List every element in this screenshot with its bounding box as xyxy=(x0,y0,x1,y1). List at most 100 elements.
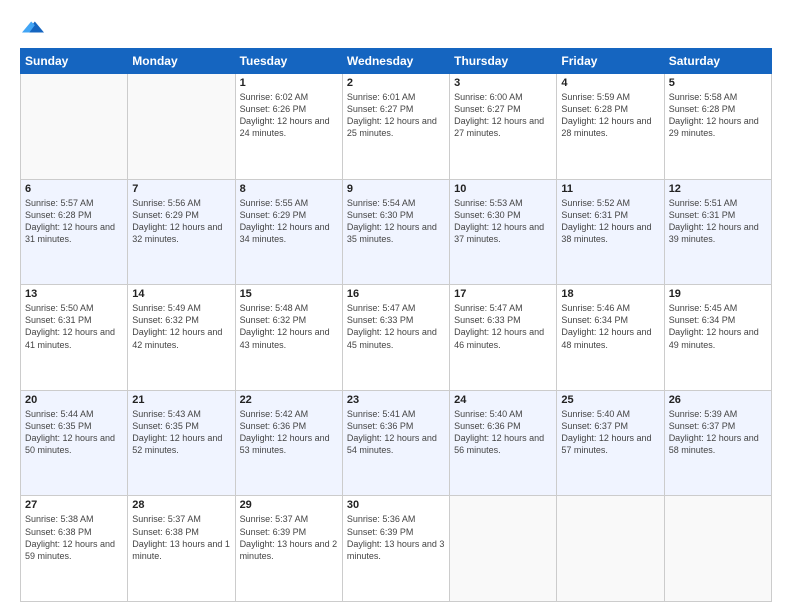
day-info: Sunrise: 5:48 AM Sunset: 6:32 PM Dayligh… xyxy=(240,302,338,351)
day-number: 11 xyxy=(561,183,659,195)
calendar-day-cell: 16 Sunrise: 5:47 AM Sunset: 6:33 PM Dayli… xyxy=(342,285,449,391)
calendar-week-row: 20Sunrise: 5:44 AM Sunset: 6:35 PM Dayli… xyxy=(21,390,772,496)
day-info: Sunrise: 5:42 AM Sunset: 6:36 PM Dayligh… xyxy=(240,408,338,457)
calendar-table: SundayMondayTuesdayWednesdayThursdayFrid… xyxy=(20,48,772,602)
logo xyxy=(20,16,44,38)
day-info: Sunrise: 5:37 AM Sunset: 6:38 PM Dayligh… xyxy=(132,513,230,562)
calendar-day-cell: 18 Sunrise: 5:46 AM Sunset: 6:34 PM Dayli… xyxy=(557,285,664,391)
calendar-day-cell xyxy=(21,74,128,180)
day-info: Sunrise: 5:47 AM Sunset: 6:33 PM Dayligh… xyxy=(347,302,445,351)
header xyxy=(20,16,772,38)
day-number: 23 xyxy=(347,394,445,406)
page: SundayMondayTuesdayWednesdayThursdayFrid… xyxy=(0,0,792,612)
day-number: 30 xyxy=(347,499,445,511)
day-info: Sunrise: 5:59 AM Sunset: 6:28 PM Dayligh… xyxy=(561,91,659,140)
calendar-day-cell: 17 Sunrise: 5:47 AM Sunset: 6:33 PM Dayli… xyxy=(450,285,557,391)
calendar-day-cell: 5 Sunrise: 5:58 AM Sunset: 6:28 PM Daylig… xyxy=(664,74,771,180)
calendar-day-cell: 28 Sunrise: 5:37 AM Sunset: 6:38 PM Dayli… xyxy=(128,496,235,602)
day-number: 26 xyxy=(669,394,767,406)
day-number: 8 xyxy=(240,183,338,195)
day-info: Sunrise: 5:37 AM Sunset: 6:39 PM Dayligh… xyxy=(240,513,338,562)
day-info: Sunrise: 5:38 AM Sunset: 6:38 PM Dayligh… xyxy=(25,513,123,562)
day-number: 25 xyxy=(561,394,659,406)
calendar-header-cell: Friday xyxy=(557,49,664,74)
calendar-day-cell: 24Sunrise: 5:40 AM Sunset: 6:36 PM Dayli… xyxy=(450,390,557,496)
day-info: Sunrise: 5:54 AM Sunset: 6:30 PM Dayligh… xyxy=(347,197,445,246)
day-number: 22 xyxy=(240,394,338,406)
day-number: 12 xyxy=(669,183,767,195)
day-info: Sunrise: 6:00 AM Sunset: 6:27 PM Dayligh… xyxy=(454,91,552,140)
day-number: 14 xyxy=(132,288,230,300)
day-info: Sunrise: 5:40 AM Sunset: 6:37 PM Dayligh… xyxy=(561,408,659,457)
day-info: Sunrise: 5:50 AM Sunset: 6:31 PM Dayligh… xyxy=(25,302,123,351)
calendar-week-row: 13Sunrise: 5:50 AM Sunset: 6:31 PM Dayli… xyxy=(21,285,772,391)
day-info: Sunrise: 5:58 AM Sunset: 6:28 PM Dayligh… xyxy=(669,91,767,140)
day-number: 16 xyxy=(347,288,445,300)
calendar-day-cell: 2Sunrise: 6:01 AM Sunset: 6:27 PM Daylig… xyxy=(342,74,449,180)
calendar-header-cell: Wednesday xyxy=(342,49,449,74)
calendar-day-cell: 13Sunrise: 5:50 AM Sunset: 6:31 PM Dayli… xyxy=(21,285,128,391)
calendar-day-cell: 4 Sunrise: 5:59 AM Sunset: 6:28 PM Daylig… xyxy=(557,74,664,180)
day-number: 9 xyxy=(347,183,445,195)
day-number: 7 xyxy=(132,183,230,195)
calendar-day-cell: 8Sunrise: 5:55 AM Sunset: 6:29 PM Daylig… xyxy=(235,179,342,285)
day-info: Sunrise: 6:01 AM Sunset: 6:27 PM Dayligh… xyxy=(347,91,445,140)
calendar-day-cell xyxy=(128,74,235,180)
day-number: 1 xyxy=(240,77,338,89)
calendar-day-cell: 26 Sunrise: 5:39 AM Sunset: 6:37 PM Dayli… xyxy=(664,390,771,496)
calendar-day-cell: 23 Sunrise: 5:41 AM Sunset: 6:36 PM Dayli… xyxy=(342,390,449,496)
day-info: Sunrise: 5:49 AM Sunset: 6:32 PM Dayligh… xyxy=(132,302,230,351)
day-info: Sunrise: 5:56 AM Sunset: 6:29 PM Dayligh… xyxy=(132,197,230,246)
calendar-day-cell: 25 Sunrise: 5:40 AM Sunset: 6:37 PM Dayli… xyxy=(557,390,664,496)
day-info: Sunrise: 5:43 AM Sunset: 6:35 PM Dayligh… xyxy=(132,408,230,457)
day-number: 4 xyxy=(561,77,659,89)
calendar-day-cell: 30 Sunrise: 5:36 AM Sunset: 6:39 PM Dayli… xyxy=(342,496,449,602)
logo-icon xyxy=(22,16,44,38)
day-info: Sunrise: 5:45 AM Sunset: 6:34 PM Dayligh… xyxy=(669,302,767,351)
day-number: 17 xyxy=(454,288,552,300)
calendar-day-cell xyxy=(664,496,771,602)
calendar-day-cell: 7 Sunrise: 5:56 AM Sunset: 6:29 PM Daylig… xyxy=(128,179,235,285)
day-number: 10 xyxy=(454,183,552,195)
calendar-day-cell: 19Sunrise: 5:45 AM Sunset: 6:34 PM Dayli… xyxy=(664,285,771,391)
calendar-header-cell: Tuesday xyxy=(235,49,342,74)
calendar-day-cell xyxy=(557,496,664,602)
calendar-header-row: SundayMondayTuesdayWednesdayThursdayFrid… xyxy=(21,49,772,74)
calendar-header-cell: Monday xyxy=(128,49,235,74)
day-info: Sunrise: 5:57 AM Sunset: 6:28 PM Dayligh… xyxy=(25,197,123,246)
day-number: 20 xyxy=(25,394,123,406)
day-info: Sunrise: 5:52 AM Sunset: 6:31 PM Dayligh… xyxy=(561,197,659,246)
calendar-week-row: 1 Sunrise: 6:02 AM Sunset: 6:26 PM Daylig… xyxy=(21,74,772,180)
day-number: 15 xyxy=(240,288,338,300)
day-number: 6 xyxy=(25,183,123,195)
calendar-day-cell: 22 Sunrise: 5:42 AM Sunset: 6:36 PM Dayli… xyxy=(235,390,342,496)
calendar-header-cell: Sunday xyxy=(21,49,128,74)
day-info: Sunrise: 6:02 AM Sunset: 6:26 PM Dayligh… xyxy=(240,91,338,140)
day-info: Sunrise: 5:51 AM Sunset: 6:31 PM Dayligh… xyxy=(669,197,767,246)
day-info: Sunrise: 5:46 AM Sunset: 6:34 PM Dayligh… xyxy=(561,302,659,351)
day-number: 28 xyxy=(132,499,230,511)
day-info: Sunrise: 5:47 AM Sunset: 6:33 PM Dayligh… xyxy=(454,302,552,351)
day-number: 21 xyxy=(132,394,230,406)
day-number: 29 xyxy=(240,499,338,511)
calendar-day-cell: 20Sunrise: 5:44 AM Sunset: 6:35 PM Dayli… xyxy=(21,390,128,496)
day-number: 18 xyxy=(561,288,659,300)
calendar-day-cell: 9 Sunrise: 5:54 AM Sunset: 6:30 PM Daylig… xyxy=(342,179,449,285)
calendar-day-cell: 11 Sunrise: 5:52 AM Sunset: 6:31 PM Dayli… xyxy=(557,179,664,285)
day-number: 5 xyxy=(669,77,767,89)
calendar-day-cell: 3Sunrise: 6:00 AM Sunset: 6:27 PM Daylig… xyxy=(450,74,557,180)
calendar-day-cell: 6 Sunrise: 5:57 AM Sunset: 6:28 PM Daylig… xyxy=(21,179,128,285)
calendar-day-cell: 12 Sunrise: 5:51 AM Sunset: 6:31 PM Dayli… xyxy=(664,179,771,285)
calendar-day-cell: 15 Sunrise: 5:48 AM Sunset: 6:32 PM Dayli… xyxy=(235,285,342,391)
day-info: Sunrise: 5:39 AM Sunset: 6:37 PM Dayligh… xyxy=(669,408,767,457)
calendar-day-cell: 27 Sunrise: 5:38 AM Sunset: 6:38 PM Dayli… xyxy=(21,496,128,602)
calendar-day-cell: 1 Sunrise: 6:02 AM Sunset: 6:26 PM Daylig… xyxy=(235,74,342,180)
calendar-body: 1 Sunrise: 6:02 AM Sunset: 6:26 PM Daylig… xyxy=(21,74,772,602)
calendar-day-cell xyxy=(450,496,557,602)
day-info: Sunrise: 5:36 AM Sunset: 6:39 PM Dayligh… xyxy=(347,513,445,562)
day-info: Sunrise: 5:41 AM Sunset: 6:36 PM Dayligh… xyxy=(347,408,445,457)
day-info: Sunrise: 5:40 AM Sunset: 6:36 PM Dayligh… xyxy=(454,408,552,457)
calendar-day-cell: 21 Sunrise: 5:43 AM Sunset: 6:35 PM Dayli… xyxy=(128,390,235,496)
calendar-day-cell: 10Sunrise: 5:53 AM Sunset: 6:30 PM Dayli… xyxy=(450,179,557,285)
day-number: 27 xyxy=(25,499,123,511)
